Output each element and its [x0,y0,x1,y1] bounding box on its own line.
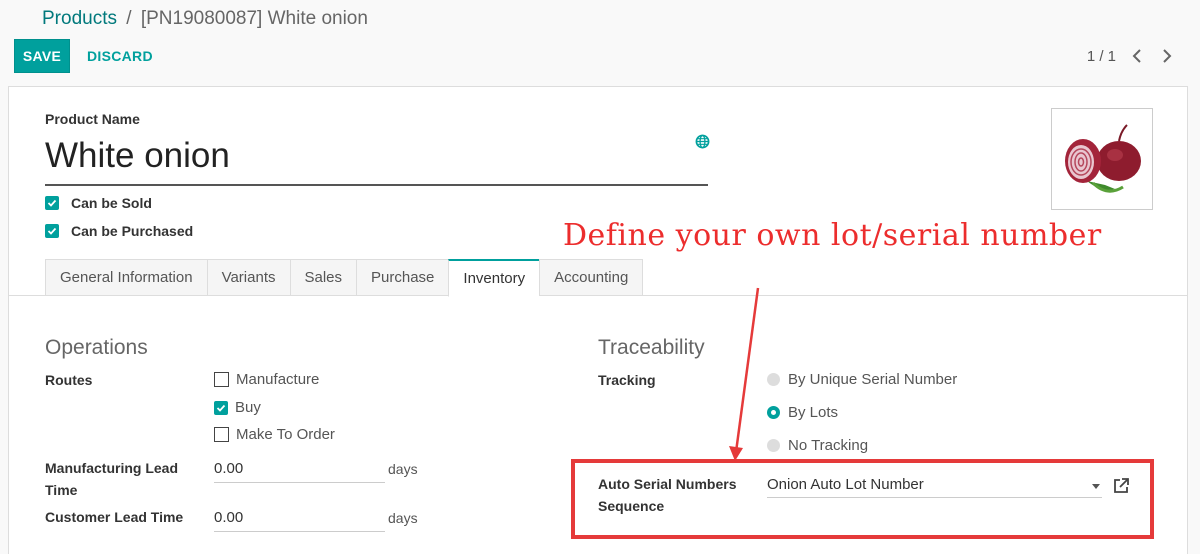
tracking-label: Tracking [598,372,656,388]
checkbox-checked-icon [214,400,228,415]
tracking-none-label: No Tracking [788,437,869,454]
can-be-purchased-label: Can be Purchased [71,223,194,239]
auto-serial-sequence-select[interactable]: Onion Auto Lot Number [767,476,1102,498]
can-be-purchased-checkbox[interactable]: Can be Purchased [45,223,193,239]
checkbox-unchecked-icon [214,372,229,387]
manufacturing-lead-time-label: Manufacturing Lead Time [45,460,179,498]
notebook-tabs: General Information Variants Sales Purch… [45,259,644,297]
operations-title: Operations [45,336,148,359]
routes-label: Routes [45,372,93,388]
external-link-icon[interactable] [1112,477,1130,495]
product-name-underline [45,184,708,186]
breadcrumb-separator: / [126,8,132,29]
onion-image [1065,124,1141,193]
radio-unselected-icon [767,373,780,386]
tab-variants[interactable]: Variants [206,259,290,296]
pager-value: 1 / 1 [1086,48,1116,65]
product-name-input[interactable]: White onion [45,136,230,176]
product-name-label: Product Name [45,111,140,127]
checkbox-checked-icon [45,224,59,238]
save-button[interactable]: SAVE [14,39,70,73]
tracking-serial-label: By Unique Serial Number [788,371,958,388]
customer-lead-time-label: Customer Lead Time [45,509,184,525]
dropdown-caret-icon[interactable] [1092,484,1100,489]
tracking-serial-radio[interactable]: By Unique Serial Number [767,371,957,388]
tracking-lots-label: By Lots [788,404,839,421]
route-manufacture-checkbox[interactable]: Manufacture [214,371,319,388]
globe-icon[interactable] [695,134,710,149]
breadcrumb-current: [PN19080087] White onion [140,8,368,29]
tab-inventory[interactable]: Inventory [448,259,540,297]
can-be-sold-label: Can be Sold [71,195,152,211]
chevron-left-icon[interactable] [1130,47,1144,65]
manufacturing-lead-time-input[interactable]: 0.00 [214,458,385,483]
traceability-title: Traceability [598,336,705,359]
customer-lead-time-input[interactable]: 0.00 [214,507,385,532]
route-make-to-order-checkbox[interactable]: Make To Order [214,426,335,443]
route-make-to-order-label: Make To Order [236,426,335,443]
can-be-sold-checkbox[interactable]: Can be Sold [45,195,152,211]
tab-purchase[interactable]: Purchase [356,259,449,296]
checkbox-checked-icon [45,196,59,210]
tab-sales[interactable]: Sales [289,259,357,296]
discard-button[interactable]: DISCARD [87,48,153,64]
tracking-none-radio[interactable]: No Tracking [767,437,868,454]
product-image[interactable] [1051,108,1153,210]
manufacturing-lead-time-unit: days [388,461,418,477]
checkbox-unchecked-icon [214,427,229,442]
route-manufacture-label: Manufacture [236,371,320,388]
radio-unselected-icon [767,439,780,452]
tab-accounting[interactable]: Accounting [539,259,644,296]
breadcrumb-products-link[interactable]: Products [42,8,117,29]
annotation-text: Define your own lot/serial number [563,218,1102,253]
chevron-right-icon[interactable] [1160,47,1174,65]
tab-general-information[interactable]: General Information [45,259,207,296]
route-buy-checkbox[interactable]: Buy [214,399,261,416]
auto-serial-sequence-label: Auto Serial Numbers Sequence [598,476,737,514]
route-buy-label: Buy [235,399,261,416]
customer-lead-time-unit: days [388,510,418,526]
tracking-lots-radio[interactable]: By Lots [767,404,838,421]
radio-selected-icon [767,406,780,419]
breadcrumb: Products / [PN19080087] White onion [42,8,368,30]
